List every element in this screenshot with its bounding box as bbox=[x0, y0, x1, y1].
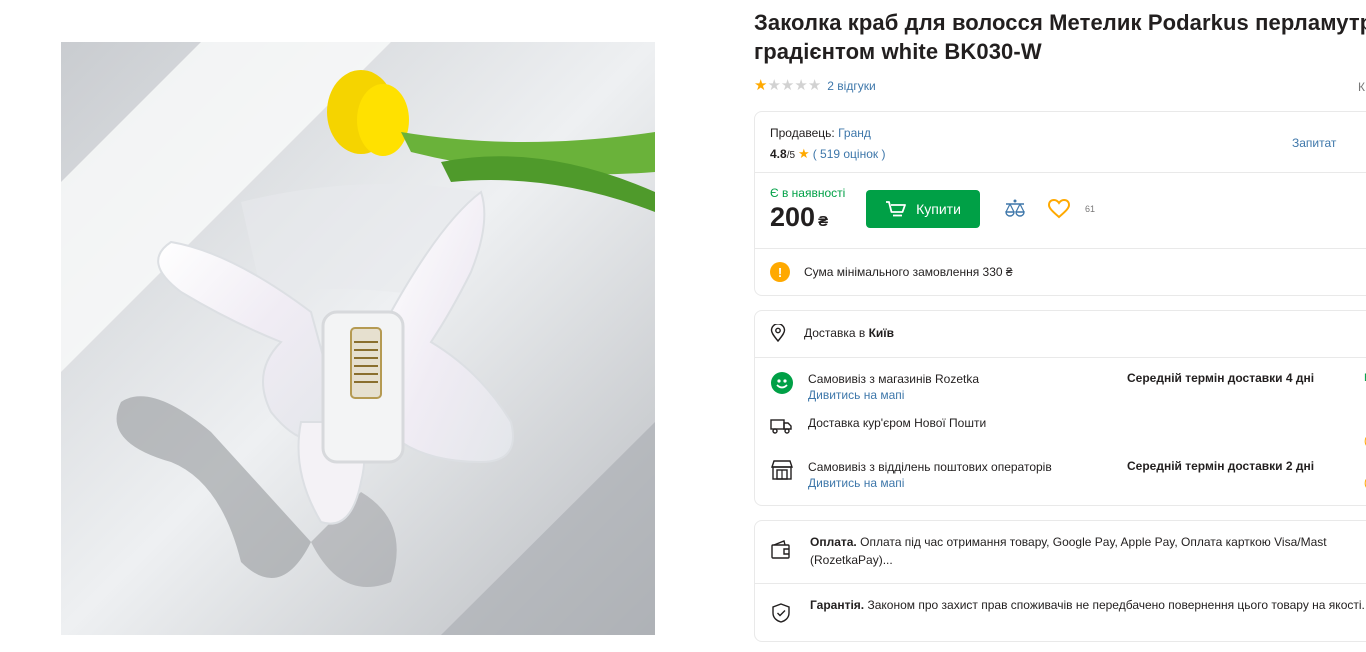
seller-score-suffix: /5 bbox=[786, 150, 796, 161]
payment-text: Оплата під час отримання товару, Google … bbox=[810, 535, 1327, 567]
cart-icon bbox=[886, 201, 906, 217]
product-title: Заколка краб для волосся Метелик Podarku… bbox=[754, 10, 1366, 64]
delivery-term: Середній термін доставки 2 дні bbox=[1127, 459, 1315, 473]
price-currency: ₴ bbox=[818, 213, 829, 230]
delivery-option-label: Доставка кур'єром Нової Пошти bbox=[808, 416, 987, 430]
rozetka-icon bbox=[771, 372, 793, 394]
delivery-option: Доставка кур'єром Нової Пошти bbox=[770, 415, 986, 435]
delivery-header[interactable]: Доставка в Київ bbox=[770, 324, 894, 342]
min-order-text: Сума мінімального замовлення 330 ₴ bbox=[804, 265, 1013, 279]
divider bbox=[755, 357, 1366, 358]
divider bbox=[755, 248, 1366, 249]
heart-icon[interactable] bbox=[1048, 199, 1070, 219]
delivery-title: Доставка в bbox=[804, 326, 866, 340]
min-order-notice: ! Сума мінімального замовлення 330 ₴ bbox=[770, 262, 1013, 282]
warranty-label: Гарантія. bbox=[810, 598, 865, 612]
view-map-link[interactable]: Дивитись на мапі bbox=[808, 475, 1052, 491]
seller-label: Продавець: bbox=[770, 126, 835, 140]
truck-icon bbox=[770, 419, 792, 434]
ask-seller-link[interactable]: Запитат bbox=[1292, 136, 1336, 150]
rating-stars[interactable]: ★ ★ ★ ★ ★ bbox=[754, 78, 821, 93]
delivery-option-label: Самовивіз з відділень поштових операторі… bbox=[808, 460, 1052, 474]
price-value: 200 bbox=[770, 202, 816, 232]
product-image[interactable] bbox=[61, 42, 655, 635]
buy-button-label: Купити bbox=[916, 201, 961, 217]
star-empty-icon: ★ bbox=[794, 77, 808, 94]
warning-icon: ! bbox=[770, 262, 790, 282]
delivery-option: Самовивіз з відділень поштових операторі… bbox=[770, 459, 1052, 491]
warranty-text: Законом про захист прав споживачів не пе… bbox=[867, 598, 1365, 612]
seller-name-link[interactable]: Гранд bbox=[838, 126, 871, 140]
wish-count: 61 bbox=[1085, 204, 1096, 214]
divider bbox=[755, 583, 1366, 584]
rating-row: ★ ★ ★ ★ ★ 2 відгуки bbox=[754, 78, 876, 93]
post-office-icon bbox=[771, 460, 793, 480]
seller-ratings-link[interactable]: ( 519 оцінок ) bbox=[813, 147, 886, 161]
seller-score: 4.8 bbox=[770, 147, 787, 161]
shield-icon bbox=[772, 603, 790, 623]
divider bbox=[755, 172, 1366, 173]
delivery-option: Самовивіз з магазинів Rozetka Дивитись н… bbox=[770, 371, 979, 403]
star-filled-icon: ★ bbox=[754, 77, 768, 94]
warranty-info[interactable]: Гарантія. Законом про захист прав спожив… bbox=[770, 596, 1366, 624]
product-code: К bbox=[1358, 80, 1365, 94]
star-empty-icon: ★ bbox=[780, 77, 795, 94]
payment-info[interactable]: Оплата. Оплата під час отримання товару,… bbox=[770, 533, 1366, 569]
location-pin-icon bbox=[770, 324, 786, 342]
delivery-option-label: Самовивіз з магазинів Rozetka bbox=[808, 372, 979, 386]
star-empty-icon: ★ bbox=[807, 77, 822, 94]
compare-icon[interactable] bbox=[1004, 198, 1026, 220]
payment-label: Оплата. bbox=[810, 535, 857, 549]
delivery-term: Середній термін доставки 4 дні bbox=[1127, 371, 1315, 385]
price: 200 ₴ bbox=[770, 202, 828, 233]
reviews-link[interactable]: 2 відгуки bbox=[827, 79, 875, 93]
seller-line: Продавець: Гранд bbox=[770, 126, 871, 140]
delivery-city: Київ bbox=[868, 326, 895, 340]
delivery-card: Доставка в Київ Самовивіз з магазинів Ro… bbox=[754, 310, 1366, 506]
stock-status: Є в наявності bbox=[770, 186, 846, 200]
star-icon: ★ bbox=[798, 146, 810, 161]
buy-button[interactable]: Купити bbox=[866, 190, 980, 228]
star-empty-icon: ★ bbox=[767, 77, 781, 94]
wallet-icon bbox=[771, 540, 790, 559]
view-map-link[interactable]: Дивитись на мапі bbox=[808, 387, 979, 403]
seller-rating: 4.8/5 ★ ( 519 оцінок ) bbox=[770, 146, 885, 162]
seller-card: Продавець: Гранд 4.8/5 ★ ( 519 оцінок ) … bbox=[754, 111, 1366, 296]
payment-warranty-card: Оплата. Оплата під час отримання товару,… bbox=[754, 520, 1366, 642]
